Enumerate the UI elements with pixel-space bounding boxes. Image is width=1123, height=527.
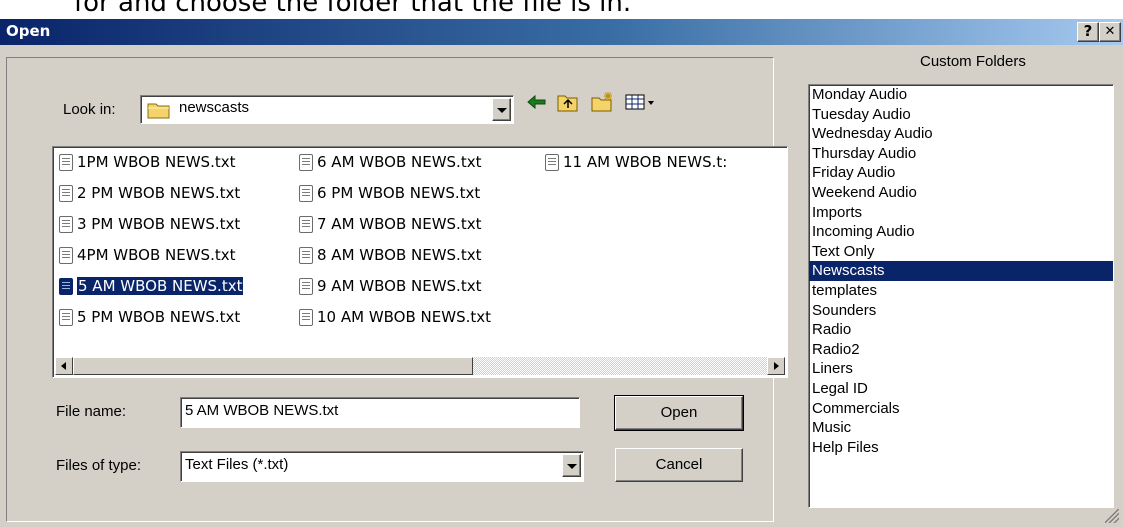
file-name: 9 AM WBOB NEWS.txt: [317, 277, 482, 295]
custom-folder-item[interactable]: Monday Audio: [809, 85, 1113, 105]
text-file-icon: [545, 153, 559, 171]
file-item[interactable]: 10 AM WBOB NEWS.txt: [299, 306, 491, 328]
back-arrow-icon[interactable]: [524, 91, 548, 113]
text-file-icon: [299, 246, 313, 264]
file-name: 4PM WBOB NEWS.txt: [77, 246, 236, 264]
file-item[interactable]: 9 AM WBOB NEWS.txt: [299, 275, 481, 297]
custom-folder-item[interactable]: templates: [809, 281, 1113, 301]
files-of-type-value: Text Files (*.txt): [185, 456, 289, 473]
file-item[interactable]: 1PM WBOB NEWS.txt: [59, 151, 235, 173]
background-document-text: for and choose the folder that the file …: [0, 0, 1123, 19]
file-item[interactable]: 3 PM WBOB NEWS.txt: [59, 213, 240, 235]
file-name: 5 PM WBOB NEWS.txt: [77, 308, 241, 326]
look-in-combo[interactable]: newscasts: [140, 95, 514, 124]
files-of-type-label: Files of type:: [56, 457, 142, 474]
text-file-icon: [299, 215, 313, 233]
file-list[interactable]: 1PM WBOB NEWS.txt 2 PM WBOB NEWS.txt 3 PM …: [52, 146, 788, 378]
scroll-thumb[interactable]: [73, 357, 473, 375]
custom-folder-item[interactable]: Legal ID: [809, 379, 1113, 399]
file-item[interactable]: 6 AM WBOB NEWS.txt: [299, 151, 481, 173]
custom-folder-item[interactable]: Sounders: [809, 301, 1113, 321]
folder-icon: [147, 103, 170, 119]
file-item[interactable]: 8 AM WBOB NEWS.txt: [299, 244, 481, 266]
custom-folder-item[interactable]: Radio2: [809, 340, 1113, 360]
custom-folder-item[interactable]: Thursday Audio: [809, 144, 1113, 164]
text-file-icon: [299, 184, 313, 202]
resize-grip[interactable]: [1105, 509, 1119, 523]
file-name: 6 PM WBOB NEWS.txt: [317, 184, 481, 202]
file-name: 1PM WBOB NEWS.txt: [77, 153, 236, 171]
text-file-icon: [59, 215, 73, 233]
scroll-left-button[interactable]: [55, 357, 73, 375]
custom-folder-item[interactable]: Liners: [809, 359, 1113, 379]
file-name-input[interactable]: 5 AM WBOB NEWS.txt: [180, 397, 580, 428]
open-button[interactable]: Open: [614, 395, 744, 431]
custom-folder-item[interactable]: Imports: [809, 203, 1113, 223]
custom-folder-item[interactable]: Newscasts: [809, 261, 1113, 281]
files-of-type-select[interactable]: Text Files (*.txt): [180, 451, 584, 482]
file-name: 7 AM WBOB NEWS.txt: [317, 215, 482, 233]
cancel-button[interactable]: Cancel: [615, 448, 743, 482]
custom-folder-item[interactable]: Weekend Audio: [809, 183, 1113, 203]
text-file-icon: [299, 277, 313, 295]
file-name: 5 AM WBOB NEWS.txt: [75, 276, 245, 296]
custom-folder-item[interactable]: Text Only: [809, 242, 1113, 262]
view-menu-icon[interactable]: [624, 91, 658, 113]
text-file-icon: [299, 308, 313, 326]
scroll-right-button[interactable]: [767, 357, 785, 375]
custom-folder-item[interactable]: Commercials: [809, 399, 1113, 419]
look-in-label: Look in:: [63, 101, 116, 118]
file-name: 6 AM WBOB NEWS.txt: [317, 153, 482, 171]
file-item[interactable]: 5 AM WBOB NEWS.txt: [59, 275, 245, 297]
custom-folder-item[interactable]: Wednesday Audio: [809, 124, 1113, 144]
look-in-dropdown-button[interactable]: [492, 98, 511, 121]
window-title: Open: [6, 22, 51, 40]
text-file-icon: [59, 308, 73, 326]
custom-folders-title: Custom Folders: [920, 53, 1026, 70]
file-name-label: File name:: [56, 403, 127, 420]
files-of-type-dropdown-button[interactable]: [562, 454, 581, 477]
file-item[interactable]: 6 PM WBOB NEWS.txt: [299, 182, 480, 204]
custom-folder-item[interactable]: Friday Audio: [809, 163, 1113, 183]
custom-folder-item[interactable]: Music: [809, 418, 1113, 438]
scroll-track[interactable]: [473, 357, 767, 375]
text-file-icon: [59, 277, 73, 295]
custom-folders-list[interactable]: Monday Audio Tuesday Audio Wednesday Audio…: [808, 84, 1114, 508]
text-file-icon: [59, 246, 73, 264]
custom-folder-item[interactable]: Tuesday Audio: [809, 105, 1113, 125]
file-item[interactable]: 5 PM WBOB NEWS.txt: [59, 306, 240, 328]
file-item[interactable]: 7 AM WBOB NEWS.txt: [299, 213, 481, 235]
file-item[interactable]: 2 PM WBOB NEWS.txt: [59, 182, 240, 204]
horizontal-scrollbar[interactable]: [55, 357, 785, 375]
custom-folder-item[interactable]: Help Files: [809, 438, 1113, 458]
text-file-icon: [59, 184, 73, 202]
file-name: 3 PM WBOB NEWS.txt: [77, 215, 241, 233]
text-file-icon: [59, 153, 73, 171]
text-file-icon: [299, 153, 313, 171]
file-name: 8 AM WBOB NEWS.txt: [317, 246, 482, 264]
title-bar[interactable]: Open ? ✕: [0, 19, 1123, 45]
help-button[interactable]: ?: [1077, 22, 1099, 42]
file-name: 10 AM WBOB NEWS.txt: [317, 308, 492, 326]
up-folder-icon[interactable]: [556, 91, 580, 113]
look-in-value: newscasts: [179, 99, 250, 116]
file-name: 2 PM WBOB NEWS.txt: [77, 184, 241, 202]
close-button[interactable]: ✕: [1099, 22, 1121, 42]
file-name: 11 AM WBOB NEWS.t:: [563, 153, 728, 171]
custom-folder-item[interactable]: Radio: [809, 320, 1113, 340]
file-item[interactable]: 4PM WBOB NEWS.txt: [59, 244, 235, 266]
file-name-value: 5 AM WBOB NEWS.txt: [185, 402, 339, 419]
new-folder-icon[interactable]: [590, 91, 614, 113]
custom-folder-item[interactable]: Incoming Audio: [809, 222, 1113, 242]
file-item[interactable]: 11 AM WBOB NEWS.t:: [545, 151, 727, 173]
